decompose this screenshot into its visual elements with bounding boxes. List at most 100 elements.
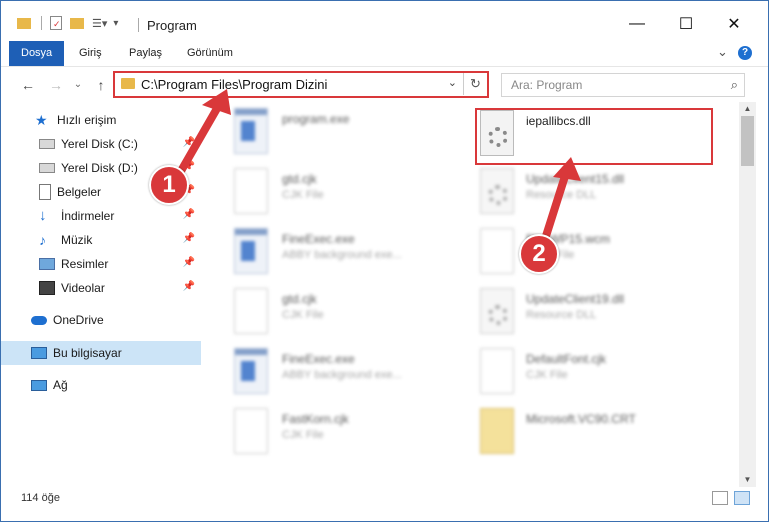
scroll-down-icon[interactable]: ▼ <box>739 473 756 487</box>
list-item[interactable]: FineExec.exe ABBY background exe... <box>216 346 446 402</box>
tab-giris[interactable]: Giriş <box>67 41 114 66</box>
file-name: UpdateClient15.dll <box>526 172 625 186</box>
file-name: FineExec.exe <box>282 352 355 366</box>
back-button[interactable]: ← <box>18 75 38 95</box>
sidebar-item-network[interactable]: Ağ <box>1 373 201 397</box>
scroll-up-icon[interactable]: ▲ <box>739 102 756 116</box>
file-type: CJK File <box>282 189 324 201</box>
address-dropdown-icon[interactable]: ⌄ <box>448 76 457 89</box>
exe-file-icon <box>234 348 268 394</box>
sidebar-item-label: Yerel Disk (C:) <box>61 137 138 151</box>
file-type: CJK File <box>526 369 568 381</box>
drive-icon <box>39 139 55 149</box>
up-button[interactable]: ↑ <box>91 75 111 95</box>
tab-gorunum[interactable]: Görünüm <box>175 41 245 66</box>
sidebar-item-videos[interactable]: Videolar 📌 <box>1 276 201 300</box>
help-icon[interactable]: ? <box>738 46 752 60</box>
sidebar-item-label: Resimler <box>61 257 109 271</box>
search-box[interactable]: Ara: Program ⌕ <box>501 73 745 97</box>
list-item[interactable]: UpdateClient15.dll Resource DLL <box>468 166 698 222</box>
item-count: 114 öğe <box>21 492 60 504</box>
tab-dosya[interactable]: Dosya <box>9 41 64 66</box>
file-explorer-window: ✓ ☰▾ ▾ Program — ☐ ✕ Dosya Giriş Paylaş … <box>0 0 769 522</box>
sidebar-item-label: Ağ <box>53 378 68 392</box>
customize-icon[interactable]: ☰▾ <box>92 17 107 30</box>
pin-icon[interactable]: 📌 <box>183 137 195 148</box>
ribbon-collapse-icon[interactable]: ⌄ <box>717 44 728 60</box>
sidebar-item-label: OneDrive <box>53 313 104 327</box>
list-item[interactable]: FineWP15.wcm WCM File <box>468 226 698 282</box>
title-bar: ✓ ☰▾ ▾ Program — ☐ ✕ <box>1 1 768 41</box>
search-placeholder[interactable]: Ara: Program <box>511 78 582 92</box>
file-type: ABBY background exe... <box>282 249 402 261</box>
sidebar-item-label: Videolar <box>61 281 105 295</box>
file-name: gtd.cjk <box>282 292 317 306</box>
list-item[interactable]: gtd.cjk CJK File <box>216 166 446 222</box>
pin-icon[interactable]: 📌 <box>183 257 195 268</box>
list-item[interactable]: Microsoft.VC90.CRT <box>468 406 698 462</box>
folder-icon[interactable] <box>17 17 31 29</box>
close-button[interactable]: ✕ <box>711 9 757 39</box>
file-type: CJK File <box>282 309 324 321</box>
sidebar-item-quick-access[interactable]: ★ Hızlı erişim <box>1 108 201 132</box>
properties-icon[interactable]: ✓ <box>50 16 62 30</box>
forward-button[interactable]: → <box>46 75 66 95</box>
document-file-icon <box>234 168 268 214</box>
title-separator <box>138 18 139 32</box>
pin-icon[interactable]: 📌 <box>183 233 195 244</box>
sidebar-item-this-pc[interactable]: Bu bilgisayar <box>1 341 201 365</box>
network-icon <box>31 379 47 391</box>
pin-icon[interactable]: 📌 <box>183 281 195 292</box>
vertical-scrollbar[interactable]: ▲ ▼ <box>739 102 756 487</box>
large-icons-view-icon[interactable] <box>734 491 750 505</box>
dll-file-icon <box>480 168 514 214</box>
sidebar-item-label: İndirmeler <box>61 209 115 223</box>
list-item[interactable]: program.exe <box>216 106 446 162</box>
separator <box>41 16 42 30</box>
file-type: Resource DLL <box>526 309 597 321</box>
dropdown-icon[interactable]: ▾ <box>113 18 118 29</box>
documents-icon <box>39 184 51 200</box>
step-badge-2: 2 <box>519 234 559 274</box>
pin-icon[interactable]: 📌 <box>183 209 195 220</box>
file-type: ABBY background exe... <box>282 369 402 381</box>
sidebar-item-label: Yerel Disk (D:) <box>61 161 138 175</box>
cloud-icon <box>31 315 47 325</box>
minimize-button[interactable]: — <box>614 9 660 39</box>
file-name: UpdateClient19.dll <box>526 292 625 306</box>
details-view-icon[interactable] <box>712 491 728 505</box>
list-item[interactable]: gtd.cjk CJK File <box>216 286 446 342</box>
document-file-icon <box>480 348 514 394</box>
address-bar[interactable]: C:\Program Files\Program Dizini ⌄ ↻ <box>113 71 489 98</box>
pin-icon[interactable]: 📌 <box>183 161 195 172</box>
sidebar-item-downloads[interactable]: ↓ İndirmeler 📌 <box>1 204 201 228</box>
list-item[interactable]: FineExec.exe ABBY background exe... <box>216 226 446 282</box>
sidebar-item-pictures[interactable]: Resimler 📌 <box>1 252 201 276</box>
file-type: CJK File <box>282 429 324 441</box>
file-name: FastKorn.cjk <box>282 412 349 426</box>
sidebar-item-label: Hızlı erişim <box>57 113 117 127</box>
file-name: gtd.cjk <box>282 172 317 186</box>
sidebar-item-onedrive[interactable]: OneDrive <box>1 308 201 332</box>
list-item[interactable]: DefaultFont.cjk CJK File <box>468 346 698 402</box>
list-item[interactable]: FastKorn.cjk CJK File <box>216 406 446 462</box>
new-folder-icon[interactable] <box>70 17 84 29</box>
scroll-thumb[interactable] <box>741 116 754 166</box>
folder-icon <box>480 408 514 454</box>
navigation-pane: ★ Hızlı erişim Yerel Disk (C:) 📌 Yerel D… <box>1 102 206 487</box>
document-file-icon <box>234 288 268 334</box>
search-icon: ⌕ <box>730 77 738 92</box>
file-name: program.exe <box>282 112 350 126</box>
exe-file-icon <box>234 228 268 274</box>
address-path[interactable]: C:\Program Files\Program Dizini <box>141 77 327 92</box>
refresh-button[interactable]: ↻ <box>463 73 487 95</box>
tab-paylas[interactable]: Paylaş <box>117 41 174 66</box>
sidebar-item-disk-c[interactable]: Yerel Disk (C:) 📌 <box>1 132 201 156</box>
quick-access-toolbar: ✓ ☰▾ ▾ <box>17 13 118 33</box>
recent-locations-button[interactable]: ⌄ <box>68 75 88 95</box>
list-item[interactable]: UpdateClient19.dll Resource DLL <box>468 286 698 342</box>
ribbon-tabs: Dosya Giriş Paylaş Görünüm ⌄ ? <box>1 41 768 66</box>
file-type: Resource DLL <box>526 189 597 201</box>
sidebar-item-music[interactable]: ♪ Müzik 📌 <box>1 228 201 252</box>
maximize-button[interactable]: ☐ <box>663 9 709 39</box>
